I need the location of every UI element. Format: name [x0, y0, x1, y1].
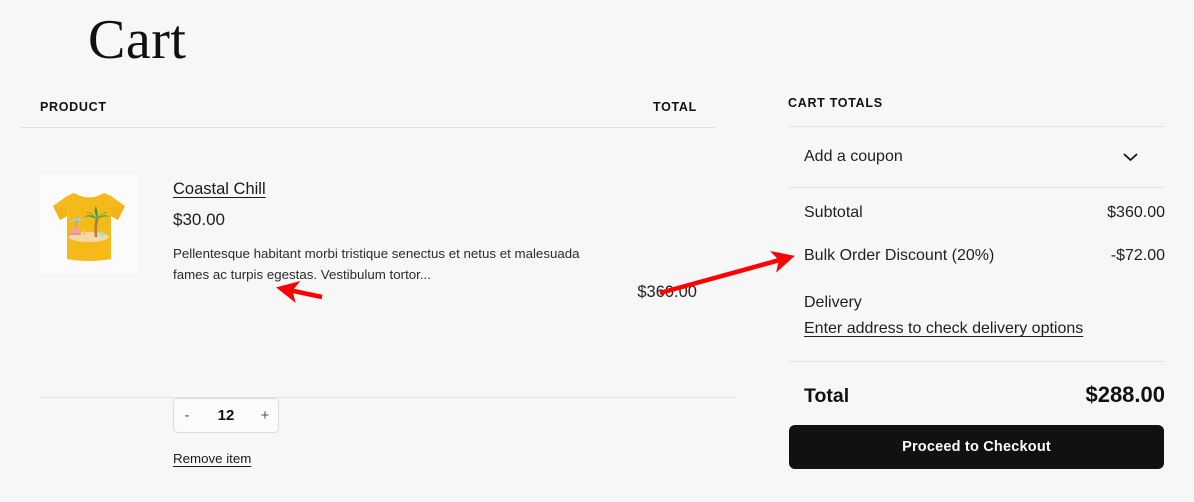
- column-header-total: TOTAL: [652, 100, 697, 114]
- page-title: Cart: [88, 9, 187, 71]
- product-thumbnail[interactable]: [40, 175, 138, 273]
- product-description: Pellentesque habitant morbi tristique se…: [173, 246, 580, 282]
- row-divider: [40, 397, 736, 398]
- column-header-product: PRODUCT: [40, 100, 107, 114]
- delivery-label: Delivery: [804, 294, 862, 311]
- product-info: Coastal Chill $30.00 Pellentesque habita…: [173, 178, 603, 285]
- cart-table-header: PRODUCT TOTAL: [20, 96, 716, 127]
- cart-page: Cart PRODUCT TOTAL Coastal Chill $30.00 …: [0, 0, 1194, 502]
- table-row: Coastal Chill $30.00 Pellentesque habita…: [20, 128, 736, 466]
- grand-total-row: Total $288.00: [788, 362, 1165, 408]
- proceed-to-checkout-button[interactable]: Proceed to Checkout: [789, 425, 1164, 469]
- bulk-order-discount-value: -$72.00: [1110, 247, 1165, 264]
- subtotal-value: $360.00: [1107, 204, 1165, 221]
- grand-total-label: Total: [804, 385, 850, 407]
- remove-item-link[interactable]: Remove item: [173, 450, 251, 468]
- subtotal-row: Subtotal $360.00: [788, 204, 1165, 247]
- chevron-down-icon[interactable]: [1123, 153, 1165, 162]
- quantity-stepper[interactable]: - 12 +: [173, 398, 279, 433]
- delivery-address-link[interactable]: Enter address to check delivery options: [804, 316, 1083, 342]
- product-unit-price: $30.00: [173, 210, 225, 229]
- bulk-order-discount-label: Bulk Order Discount (20%): [804, 247, 995, 264]
- totals-lines: Subtotal $360.00 Bulk Order Discount (20…: [788, 188, 1165, 342]
- add-coupon-row[interactable]: Add a coupon: [788, 127, 1165, 187]
- add-coupon-label: Add a coupon: [804, 148, 903, 165]
- tshirt-beach-graphic-icon: [40, 175, 138, 273]
- grand-total-value: $288.00: [1085, 382, 1165, 407]
- product-name-link[interactable]: Coastal Chill: [173, 178, 266, 200]
- delivery-block: Delivery Enter address to check delivery…: [788, 290, 1165, 342]
- product-line-total: $360.00: [637, 283, 697, 301]
- quantity-increment-button[interactable]: +: [252, 399, 278, 432]
- quantity-decrement-button[interactable]: -: [174, 399, 200, 432]
- cart-totals-title: CART TOTALS: [788, 96, 883, 110]
- quantity-value[interactable]: 12: [200, 407, 252, 424]
- bulk-order-discount-row: Bulk Order Discount (20%) -$72.00: [788, 247, 1165, 290]
- cart-items-table: PRODUCT TOTAL Coastal Chill $30.00 Pelle…: [20, 96, 736, 466]
- cart-totals-panel: CART TOTALS Add a coupon Subtotal $360.0…: [788, 96, 1165, 469]
- subtotal-label: Subtotal: [804, 204, 863, 221]
